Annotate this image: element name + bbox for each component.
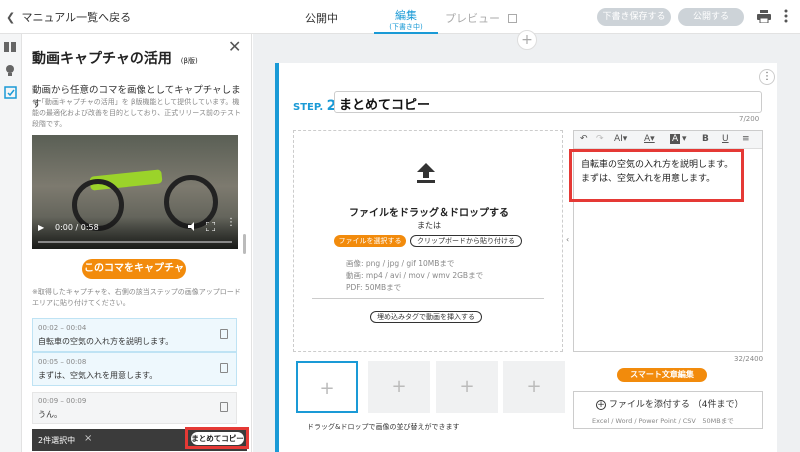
close-icon[interactable]: ✕ xyxy=(228,37,241,56)
tab-preview[interactable]: プレビュー xyxy=(445,10,517,26)
attach-label-text: ファイルを添付する （4件まで） xyxy=(608,400,744,410)
image-slot-selected[interactable]: + xyxy=(296,361,358,413)
back-link[interactable]: ❮ マニュアル一覧へ戻る xyxy=(6,9,131,25)
beta-note: ※「動画キャプチャの活用」を β版機能として提供しています。機能の最適化および改… xyxy=(32,98,241,128)
volume-icon[interactable] xyxy=(188,222,198,234)
panel-title: 動画キャプチャの活用 (β版) xyxy=(32,48,198,68)
icon-rail xyxy=(0,34,22,452)
editor-line: 自転車の空気の入れ方を説明します。 xyxy=(581,160,734,170)
reorder-hint: ドラッグ&ドロップで画像の並び替えができます xyxy=(307,423,460,431)
video-more-icon[interactable]: ⋮ xyxy=(226,218,236,228)
font-size-icon[interactable]: AI▾ xyxy=(614,134,627,144)
bold-icon[interactable]: B xyxy=(702,134,709,144)
drop-text: ファイルをドラッグ＆ドロップする xyxy=(349,208,509,219)
back-link-label: マニュアル一覧へ戻る xyxy=(21,11,132,24)
video-time: 0:00 / 0:58 xyxy=(55,223,99,232)
segment-item[interactable]: 00:09 – 00:09 うん。 xyxy=(32,392,237,424)
video-capture-panel: 動画キャプチャの活用 (β版) ✕ 動画から任意のコマを画像としてキャプチャしま… xyxy=(22,34,252,452)
segment-item[interactable]: 00:05 – 00:08 まずは、空気入れを用意します。 xyxy=(32,352,237,386)
print-icon[interactable] xyxy=(757,10,771,26)
editor-line: まずは、空気入れを用意します。 xyxy=(581,174,716,184)
tab-edit-label: 編集 xyxy=(395,9,417,22)
chevron-left-icon: ❮ xyxy=(6,11,16,24)
step-label: STEP. 2 xyxy=(293,98,336,114)
format-list: 画像: png / jpg / gif 10MBまで 動画: mp4 / avi… xyxy=(346,258,483,294)
segment-item[interactable]: 00:02 – 00:04 自転車の空気の入れ方を説明します。 xyxy=(32,318,237,352)
highlight-color-icon[interactable]: A xyxy=(670,134,681,144)
plus-circle-icon: + xyxy=(596,400,606,410)
tab-published[interactable]: 公開中 xyxy=(305,10,338,26)
clear-selection-icon[interactable]: × xyxy=(84,433,92,444)
segment-time: 00:02 – 00:04 xyxy=(38,324,87,332)
step-title-text: まとめてコピー xyxy=(339,98,431,113)
video-capture-icon[interactable] xyxy=(4,86,18,100)
attach-formats: Excel / Word / Power Point / CSV 50MBまで xyxy=(592,417,734,425)
bulk-copy-button[interactable]: まとめてコピー xyxy=(191,432,244,445)
save-draft-button[interactable]: 下書き保存する xyxy=(597,8,671,26)
video-player[interactable]: ▶ 0:00 / 0:58 ⋮ xyxy=(32,135,238,249)
undo-icon[interactable]: ↶ xyxy=(580,134,588,144)
format-image: 画像: png / jpg / gif 10MBまで xyxy=(346,259,455,268)
tab-edit-sublabel: (下書き中) xyxy=(389,23,423,31)
redo-icon[interactable]: ↷ xyxy=(596,134,604,144)
beta-badge: (β版) xyxy=(180,57,198,65)
attach-label: + ファイルを添付する （4件まで） xyxy=(596,397,743,410)
segment-text: まずは、空気入れを用意します。 xyxy=(38,371,158,380)
video-progress-bar[interactable] xyxy=(38,241,232,243)
play-icon[interactable]: ▶ xyxy=(38,223,44,232)
capture-frame-button[interactable]: このコマをキャプチャ xyxy=(82,259,186,279)
upload-icon xyxy=(417,163,435,186)
embed-video-button[interactable]: 埋め込みタグで動画を挿入する xyxy=(370,311,482,323)
font-color-icon[interactable]: A▾ xyxy=(644,134,655,144)
paste-clipboard-button[interactable]: クリップボードから貼り付ける xyxy=(410,235,522,247)
select-file-button[interactable]: ファイルを選択する xyxy=(334,235,406,247)
top-bar: ❮ マニュアル一覧へ戻る 公開中 編集 (下書き中) プレビュー 下書き保存する… xyxy=(0,0,800,34)
external-link-icon xyxy=(507,14,517,23)
title-counter: 7/200 xyxy=(739,115,760,123)
format-pdf: PDF: 50MBまで xyxy=(346,283,402,292)
more-vertical-icon[interactable] xyxy=(784,8,788,27)
image-slot[interactable]: + xyxy=(368,361,430,413)
capture-note: ※取得したキャプチャを、右側の該当ステップの画像アップロードエリアに貼り付けてく… xyxy=(32,288,241,307)
chevron-left-icon[interactable]: ‹ xyxy=(566,235,569,244)
upload-dropzone[interactable]: ファイルをドラッグ＆ドロップする または ファイルを選択する クリップボードから… xyxy=(293,130,563,352)
selection-count: 2件選択中 xyxy=(38,436,76,445)
list-icon[interactable]: ≡ xyxy=(742,134,750,144)
step-card: ⋮ STEP. 2 まとめてコピー 7/200 ファイルをドラッグ＆ドロップする… xyxy=(275,63,777,452)
fullscreen-icon[interactable] xyxy=(205,221,216,234)
editor-toolbar: ↶ ↷ AI▾ A▾ A ▾ B U ≡ xyxy=(574,131,762,149)
publish-button[interactable]: 公開する xyxy=(678,8,744,26)
panel-title-text: 動画キャプチャの活用 xyxy=(32,51,172,67)
step-title-input[interactable]: まとめてコピー xyxy=(334,91,762,113)
insert-step-button[interactable]: + xyxy=(517,30,537,50)
editor-content[interactable]: 自転車の空気の入れ方を説明します。 まずは、空気入れを用意します。 xyxy=(581,158,733,186)
image-slot[interactable]: + xyxy=(503,361,565,413)
divider xyxy=(312,298,544,299)
text-counter: 32/2400 xyxy=(734,355,764,363)
book-icon[interactable] xyxy=(4,42,18,56)
segment-time: 00:05 – 00:08 xyxy=(38,358,87,366)
segment-text: 自転車の空気の入れ方を説明します。 xyxy=(38,337,174,346)
tab-preview-label: プレビュー xyxy=(445,12,500,25)
panel-scrollbar[interactable] xyxy=(243,234,246,254)
or-text: または xyxy=(417,221,441,230)
chevron-down-icon[interactable]: ▾ xyxy=(682,134,687,144)
step-menu-icon[interactable]: ⋮ xyxy=(759,69,775,85)
format-video: 動画: mp4 / avi / mov / wmv 2GBまで xyxy=(346,271,484,280)
tab-published-label: 公開中 xyxy=(305,12,338,25)
clipboard-icon[interactable] xyxy=(220,402,228,412)
smart-edit-button[interactable]: スマート文章編集 xyxy=(617,368,707,382)
step-label-text: STEP. xyxy=(293,102,324,113)
segment-text: うん。 xyxy=(38,410,62,419)
clipboard-icon[interactable] xyxy=(220,363,228,373)
segment-time: 00:09 – 00:09 xyxy=(38,397,87,405)
tab-edit[interactable]: 編集 (下書き中) xyxy=(374,7,438,34)
attach-file-area[interactable]: + ファイルを添付する （4件まで） Excel / Word / Power … xyxy=(573,391,763,429)
underline-icon[interactable]: U xyxy=(722,134,729,144)
lightbulb-icon[interactable] xyxy=(4,64,18,78)
clipboard-icon[interactable] xyxy=(220,329,228,339)
image-slot[interactable]: + xyxy=(436,361,498,413)
